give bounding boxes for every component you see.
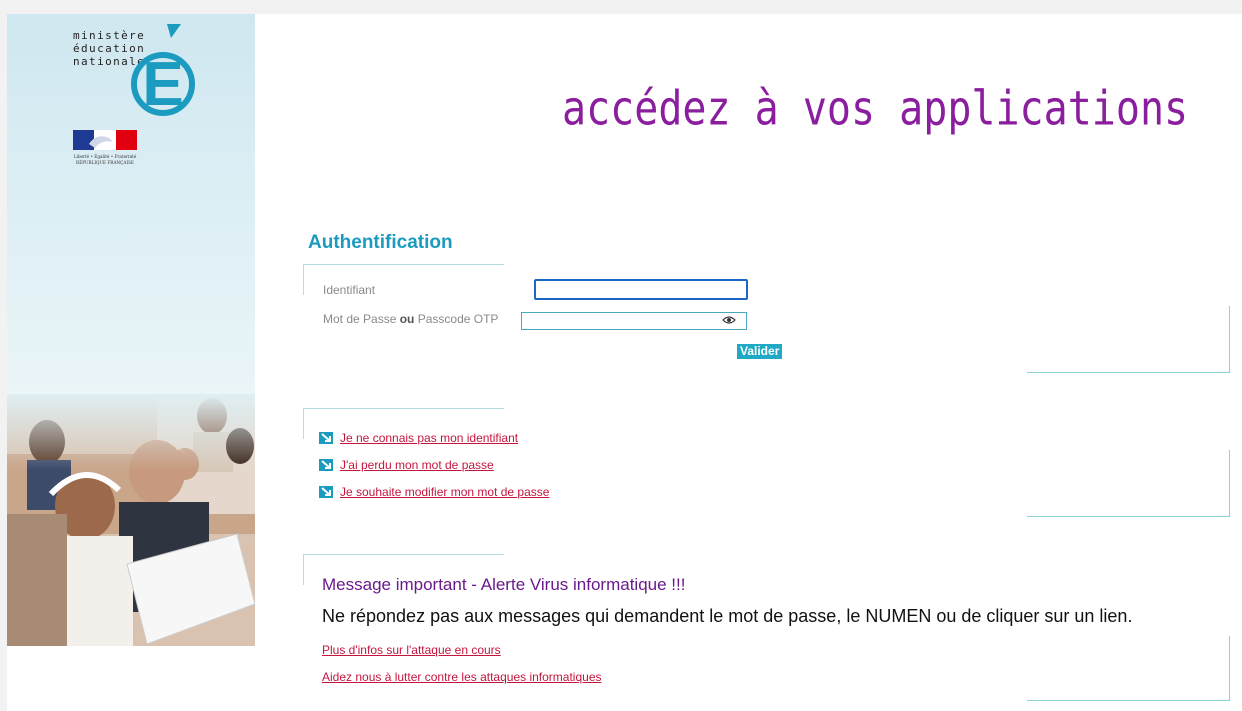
arrow-icon (319, 432, 333, 444)
marianne-country: RÉPUBLIQUE FRANÇAISE (76, 160, 134, 165)
message-title: Message important - Alerte Virus informa… (322, 575, 686, 594)
submit-button[interactable]: Valider (737, 344, 783, 359)
e-logo-icon: E (131, 24, 195, 119)
message-frame-corner-br (1027, 636, 1230, 701)
arrow-icon (319, 486, 333, 498)
message-body: Ne répondez pas aux messages qui demande… (322, 606, 1133, 626)
page-title: accédez à vos applications (562, 82, 1189, 137)
identifiant-label: Identifiant (323, 283, 376, 297)
help-link-identifiant[interactable]: Je ne connais pas mon identifiant (319, 431, 518, 445)
help-link-change-password[interactable]: Je souhaite modifier mon mot de passe (319, 485, 549, 499)
help-link-label: J'ai perdu mon mot de passe (340, 458, 494, 472)
ministere-logo: ministère éducation nationale E (73, 24, 213, 136)
page: ministère éducation nationale E Liberté … (7, 14, 1242, 711)
arrow-icon (319, 459, 333, 471)
svg-text:E: E (142, 50, 183, 119)
students-photo (7, 394, 255, 646)
auth-section-title: Authentification (308, 232, 453, 253)
auth-frame-corner-br (1027, 306, 1230, 373)
identifiant-input[interactable] (534, 279, 748, 300)
password-input[interactable] (521, 312, 747, 330)
marianne-logo-icon: Liberté • Égalité • Fraternité RÉPUBLIQU… (73, 130, 137, 165)
help-link-lost-password[interactable]: J'ai perdu mon mot de passe (319, 458, 494, 472)
eye-icon[interactable] (722, 314, 736, 326)
fight-attacks-link[interactable]: Aidez nous à lutter contre les attaques … (322, 670, 602, 684)
password-label: Mot de Passe ou Passcode OTP (323, 312, 499, 326)
left-panel: ministère éducation nationale E Liberté … (7, 14, 255, 646)
help-frame-corner-br (1027, 450, 1230, 517)
marianne-motto: Liberté • Égalité • Fraternité (74, 154, 137, 159)
more-info-link[interactable]: Plus d'infos sur l'attaque en cours (322, 643, 501, 657)
help-link-label: Je ne connais pas mon identifiant (340, 431, 519, 445)
help-link-label: Je souhaite modifier mon mot de passe (340, 485, 550, 499)
